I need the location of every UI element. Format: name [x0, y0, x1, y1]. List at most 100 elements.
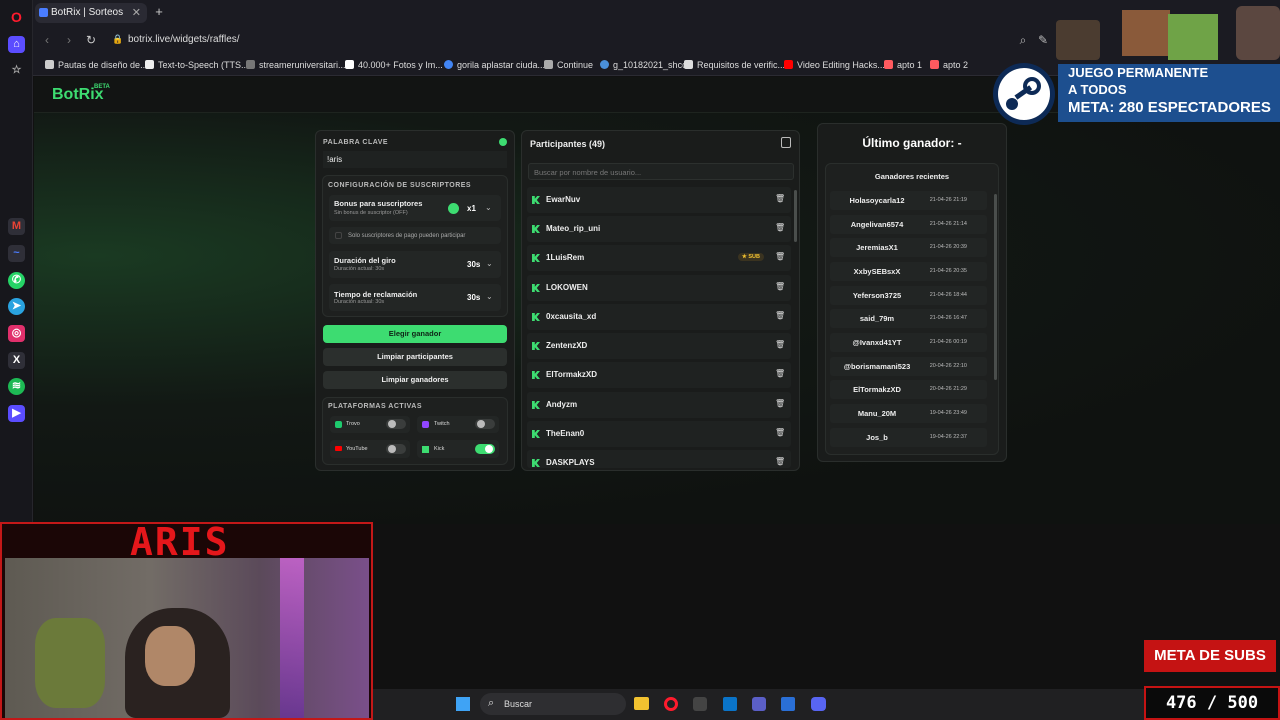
bookmark-item[interactable]: Text-to-Speech (TTS... — [145, 60, 249, 70]
teams-icon[interactable] — [752, 697, 766, 711]
info-icon[interactable] — [448, 203, 459, 214]
file-explorer-icon[interactable] — [634, 697, 649, 710]
messenger-icon[interactable]: ~ — [8, 245, 25, 262]
home-icon[interactable]: ⌂ — [8, 36, 25, 53]
bookmark-item[interactable]: apto 2 — [930, 60, 968, 70]
bookmark-item[interactable]: Video Editing Hacks... — [784, 60, 885, 70]
forward-icon[interactable]: › — [62, 33, 76, 47]
youtube-toggle[interactable] — [386, 444, 406, 454]
trash-icon[interactable]: 🗑 — [775, 252, 785, 262]
twitch-toggle[interactable] — [475, 419, 495, 429]
info-icon[interactable] — [499, 138, 507, 146]
bookmark-item[interactable]: apto 1 — [884, 60, 922, 70]
trovo-toggle[interactable] — [386, 419, 406, 429]
chevron-down-icon: ⌄ — [486, 292, 493, 301]
taskbar-search-label: Buscar — [504, 699, 533, 709]
trash-icon[interactable]: 🗑 — [775, 457, 785, 467]
keyword-input[interactable]: !aris — [323, 151, 507, 168]
windows-start-icon[interactable] — [456, 697, 470, 711]
clear-winners-button[interactable]: Limpiar ganadores — [323, 371, 507, 389]
app-icon[interactable] — [693, 697, 707, 711]
trash-icon[interactable]: 🗑 — [775, 282, 785, 292]
copy-icon[interactable] — [781, 137, 791, 148]
minecraft-characters-image — [1056, 2, 1280, 60]
clear-participants-button[interactable]: Limpiar participantes — [323, 348, 507, 366]
spotify-icon[interactable]: ≋ — [8, 378, 25, 395]
winner-row: Jos_b 19-04-26 22:37 — [830, 428, 987, 447]
trash-icon[interactable]: 🗑 — [775, 369, 785, 379]
bookmark-item[interactable]: Continue — [544, 60, 593, 70]
bookmark-item[interactable]: gorila aplastar ciuda... — [444, 60, 545, 70]
bookmark-item[interactable]: streameruniversitari... — [246, 60, 346, 70]
paid-only-checkbox[interactable] — [335, 232, 342, 239]
paid-only-label: Solo suscriptores de pago pueden partici… — [348, 233, 466, 239]
kick-icon — [532, 284, 540, 292]
search-icon[interactable]: ⌕ — [1016, 33, 1030, 47]
winner-row: @borismamani523 20-04-26 22:10 — [830, 357, 987, 376]
telegram-icon[interactable]: ➤ — [8, 298, 25, 315]
participant-search-input[interactable]: Buscar por nombre de usuario... — [528, 163, 794, 180]
tab-title: BotRix | Sorteos — [51, 7, 124, 18]
spin-select[interactable]: 30s — [467, 260, 480, 269]
participant-row: 1LuisRem ★ SUB 🗑 — [527, 245, 791, 271]
bonus-select[interactable]: x1 — [467, 204, 476, 213]
opera-logo-icon[interactable]: O — [8, 9, 25, 26]
bonus-title: Bonus para suscriptores — [334, 199, 423, 208]
winner-row: XxbySEBsxX 21-04-26 20:35 — [830, 262, 987, 281]
tab-botrix[interactable]: BotRix | Sorteos ✕ — [35, 3, 147, 23]
pinboard-icon[interactable]: ☆ — [8, 62, 25, 79]
winner-row: ElTormakzXD 20-04-26 21:29 — [830, 380, 987, 399]
streamer-name: ARIS — [130, 520, 230, 564]
winners-scrollbar[interactable] — [994, 194, 997, 380]
gmail-icon[interactable]: M — [8, 218, 25, 235]
participant-row: ZentenzXD 🗑 — [527, 333, 791, 359]
app-icon[interactable] — [723, 697, 737, 711]
light-strip — [280, 558, 304, 718]
trash-icon[interactable]: 🗑 — [775, 311, 785, 321]
participant-row: EwarNuv 🗑 — [527, 187, 791, 213]
participant-row: Andyzm 🗑 — [527, 392, 791, 418]
trovo-icon — [335, 421, 342, 428]
subs-config-label: CONFIGURACIÓN DE SUSCRIPTORES — [328, 182, 472, 189]
discord-icon[interactable] — [811, 697, 826, 711]
player-icon[interactable]: ▶ — [8, 405, 25, 422]
bookmark-item[interactable]: Requisitos de verific... — [684, 60, 785, 70]
taskbar-search[interactable]: ⌕ Buscar — [480, 693, 626, 715]
opera-icon[interactable] — [664, 697, 678, 711]
bookmark-item[interactable]: g_10182021_shcc — [600, 60, 687, 70]
bookmark-item[interactable]: Pautas de diseño de... — [45, 60, 148, 70]
close-icon[interactable]: ✕ — [132, 3, 141, 23]
platform-label: Kick — [434, 446, 445, 452]
trash-icon[interactable]: 🗑 — [775, 340, 785, 350]
kick-icon — [532, 313, 540, 321]
reload-icon[interactable]: ↻ — [84, 33, 98, 47]
kick-icon — [532, 430, 540, 438]
trash-icon[interactable]: 🗑 — [775, 399, 785, 409]
claim-select[interactable]: 30s — [467, 293, 480, 302]
new-tab-button[interactable]: + — [152, 5, 166, 19]
participants-scrollbar[interactable] — [794, 190, 797, 242]
whatsapp-icon[interactable]: ✆ — [8, 272, 25, 289]
trash-icon[interactable]: 🗑 — [775, 428, 785, 438]
winner-row: Manu_20M 19-04-26 23:49 — [830, 404, 987, 423]
participant-row: LOKOWEN 🗑 — [527, 275, 791, 301]
platforms-label: PLATAFORMAS ACTIVAS — [328, 403, 423, 410]
edit-icon[interactable]: ✎ — [1036, 33, 1050, 47]
kick-toggle[interactable] — [475, 444, 495, 454]
trash-icon[interactable]: 🗑 — [775, 223, 785, 233]
instagram-icon[interactable]: ◎ — [8, 325, 25, 342]
character-figure — [1056, 20, 1100, 60]
x-icon[interactable]: X — [8, 352, 25, 369]
search-icon: ⌕ — [488, 697, 495, 709]
character-figure — [1236, 6, 1280, 60]
back-icon[interactable]: ‹ — [40, 33, 54, 47]
trash-icon[interactable]: 🗑 — [775, 194, 785, 204]
participant-row: DASKPLAYS 🗑 — [527, 450, 791, 468]
store-icon[interactable] — [781, 697, 795, 711]
twitch-icon — [422, 421, 429, 428]
pick-winner-button[interactable]: Elegir ganador — [323, 325, 507, 343]
subs-goal-count: 476 / 500 — [1144, 686, 1280, 720]
url-field[interactable]: botrix.live/widgets/raffles/ — [128, 34, 240, 45]
chevron-down-icon: ⌄ — [486, 259, 493, 268]
bookmark-item[interactable]: 40.000+ Fotos y Im... — [345, 60, 443, 70]
